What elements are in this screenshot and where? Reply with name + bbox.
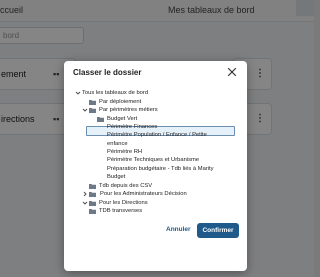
cancel-button[interactable]: Annuler (166, 226, 191, 233)
tree-item[interactable]: TDB transverses (0, 207, 240, 217)
tree-item-label: Par périmètres métiers (99, 107, 158, 113)
tree-item-label: Périmètre Techniques et Urbanisme (107, 157, 200, 163)
tree-item-label: Périmètre Population / Enfance / Petite (107, 132, 207, 138)
folder-icon (89, 100, 96, 105)
folder-icon (89, 108, 96, 113)
tree-item-label: Périmètre Finances (107, 124, 158, 130)
tree-item-label: Préparation budgétaire - Tdb liés à Mari… (107, 166, 214, 172)
tree-item-label: Budget (107, 174, 126, 180)
tree-item-label: Périmètre RH (107, 149, 143, 155)
folder-icon (89, 209, 96, 214)
chevron-down-icon[interactable] (82, 200, 88, 206)
folder-icon (89, 192, 96, 197)
chevron-down-icon[interactable] (82, 107, 88, 113)
folder-icon (97, 117, 104, 122)
tree-item-label: Tous les tableaux de bord (82, 90, 149, 96)
folder-icon (89, 201, 96, 206)
tree-item-label: Par déploiement (99, 99, 142, 105)
tree-item-label: Budget Vert (107, 116, 138, 122)
close-icon[interactable] (227, 67, 237, 77)
tree-item-label: Pour les Administrateurs Décision (100, 191, 187, 197)
dialog-title: Classer le dossier (73, 68, 142, 77)
chevron-right-icon[interactable] (82, 191, 88, 197)
tree-item-label: Pour les Directions (99, 200, 148, 206)
tree-item-label: TDB transverses (99, 208, 143, 214)
chevron-down-icon[interactable] (75, 90, 81, 96)
tree-item-label: Tdb depuis des CSV (99, 183, 153, 189)
folder-icon (89, 184, 96, 189)
tree-item-label: enfance (107, 141, 128, 147)
confirm-button[interactable]: Confirmer (197, 223, 239, 238)
